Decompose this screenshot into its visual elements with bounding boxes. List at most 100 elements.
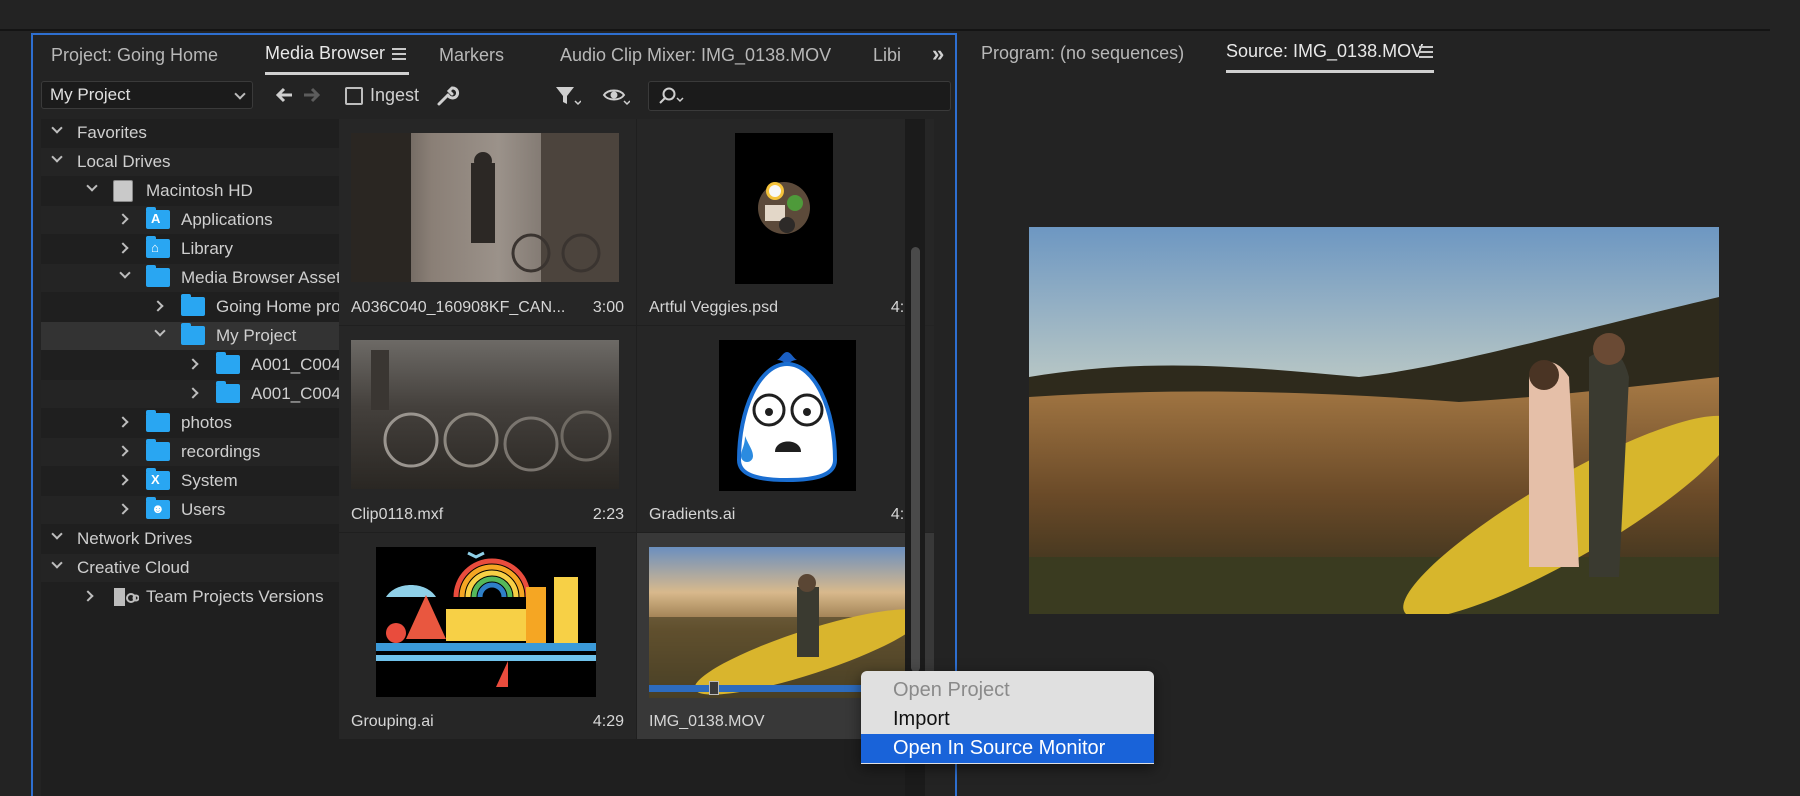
team-projects-icon [113,586,140,608]
tree-item-system[interactable]: X System [41,467,339,495]
chevron-right-icon[interactable] [117,416,129,428]
tree-item-team-projects[interactable]: Team Projects Versions [41,583,339,611]
ingest-checkbox[interactable] [345,87,363,105]
tree-item-label: Team Projects Versions [146,587,324,606]
back-arrow-icon[interactable] [271,83,297,109]
folder-icon [181,323,205,345]
media-item[interactable]: A036C040_160908KF_CAN... 3:00 [339,119,636,325]
chevron-right-icon[interactable] [187,387,199,399]
search-input[interactable] [648,81,951,111]
chevron-right-icon[interactable] [117,445,129,457]
tree-item-label: Going Home pro [216,297,339,316]
clip-thumbnail [351,340,619,489]
project-select[interactable]: My Project [41,81,253,109]
tab-audio-clip-mixer[interactable]: Audio Clip Mixer: IMG_0138.MOV [560,35,831,75]
media-browser-toolbar: My Project Ingest [33,77,955,117]
tree-item-label: A001_C004_ [251,355,339,374]
media-name: IMG_0138.MOV [649,713,765,730]
playhead-handle[interactable] [709,681,719,695]
tree-item-label: recordings [181,442,261,461]
users-folder-icon: ☻ [146,497,170,519]
scrollbar-thumb[interactable] [911,247,920,672]
media-duration: 2:23 [592,506,624,523]
tab-project[interactable]: Project: Going Home [51,35,218,75]
left-panel-tabs: Project: Going Home Media Browser Marker… [33,35,955,77]
tree-item-creative-cloud[interactable]: Creative Cloud [41,554,339,582]
folder-icon [216,381,240,403]
chevron-down-icon[interactable] [86,180,98,192]
project-select-value: My Project [50,85,131,104]
top-divider [0,29,1770,31]
media-name: Grouping.ai [351,713,434,730]
tree-item-local-drives[interactable]: Local Drives [41,148,339,176]
chevron-right-icon[interactable] [117,242,129,254]
tree-item-label: My Project [216,326,297,345]
media-duration: 4:29 [592,713,624,730]
filter-icon[interactable] [552,83,582,109]
view-eye-icon[interactable] [601,83,631,109]
tree-item-users[interactable]: ☻ Users [41,496,339,524]
tree-item-my-project[interactable]: My Project [41,322,339,350]
tree-item-applications[interactable]: A Applications [41,206,339,234]
tab-markers[interactable]: Markers [439,35,504,75]
chevron-down-icon[interactable] [51,122,63,134]
chevron-right-icon[interactable] [187,358,199,370]
tree-item-going-home[interactable]: Going Home pro [41,293,339,321]
folder-icon [216,352,240,374]
tree-item-label: photos [181,413,233,432]
clip-thumbnail [351,133,619,282]
menu-item-import[interactable]: Import [861,705,1154,734]
tab-libraries[interactable]: Libi [873,35,903,75]
tree-item-recordings[interactable]: recordings [41,438,339,466]
chevron-down-icon [234,88,246,100]
menu-item-open-project[interactable]: Open Project [861,676,1154,705]
chevron-down-icon[interactable] [51,557,63,569]
media-item[interactable]: Artful Veggies.psd 4:29 [637,119,934,325]
tree-item-macintosh-hd[interactable]: Macintosh HD [41,177,339,205]
tree-item-label: Macintosh HD [146,181,253,200]
tab-source-monitor[interactable]: Source: IMG_0138.MOV [1226,33,1434,73]
chevron-right-icon[interactable] [152,300,164,312]
tab-media-browser[interactable]: Media Browser [265,35,409,75]
chevron-down-icon[interactable] [119,267,131,279]
forward-arrow-icon[interactable] [299,83,325,109]
chevron-right-icon[interactable] [117,503,129,515]
media-item[interactable]: Gradients.ai 4:29 [637,326,934,532]
ai-thumbnail [376,547,596,697]
panel-menu-icon[interactable] [1419,46,1433,58]
context-menu: Open Project Import Open In Source Monit… [861,671,1154,764]
ai-thumbnail [719,340,856,491]
tree-item-a001-1[interactable]: A001_C004_ [41,351,339,379]
chevron-down-icon[interactable] [51,528,63,540]
wrench-icon[interactable] [433,83,461,109]
media-item[interactable]: Clip0118.mxf 2:23 [339,326,636,532]
menu-item-open-in-source-monitor[interactable]: Open In Source Monitor [861,734,1154,763]
media-name: A036C040_160908KF_CAN... [351,299,566,316]
chevron-double-right-icon[interactable]: » [932,41,944,67]
search-icon [659,87,684,104]
hard-drive-icon [113,180,133,202]
media-browser-panel: Project: Going Home Media Browser Marker… [31,33,957,796]
tab-source-monitor-label: Source: IMG_0138.MOV [1226,41,1424,61]
tab-media-browser-label: Media Browser [265,43,386,63]
tab-program-monitor[interactable]: Program: (no sequences) [981,33,1184,73]
source-monitor-preview[interactable] [1029,227,1719,614]
media-item[interactable]: Grouping.ai 4:29 [339,533,636,739]
chevron-right-icon[interactable] [82,590,94,602]
panel-menu-icon[interactable] [392,48,406,60]
chevron-right-icon[interactable] [117,213,129,225]
tree-item-photos[interactable]: photos [41,409,339,437]
folder-icon [146,439,170,461]
chevron-down-icon[interactable] [154,325,166,337]
folder-icon [146,410,170,432]
system-folder-icon: X [146,468,170,490]
tree-item-network-drives[interactable]: Network Drives [41,525,339,553]
tree-item-library[interactable]: ⌂ Library [41,235,339,263]
tree-item-a001-2[interactable]: A001_C004_ [41,380,339,408]
tree-item-favorites[interactable]: Favorites [41,119,339,147]
folder-icon [146,265,170,287]
tree-item-media-browser-assets[interactable]: Media Browser Assets [41,264,339,292]
chevron-down-icon[interactable] [51,151,63,163]
folder-tree: Favorites Local Drives Macintosh HD A Ap… [41,119,339,796]
chevron-right-icon[interactable] [117,474,129,486]
